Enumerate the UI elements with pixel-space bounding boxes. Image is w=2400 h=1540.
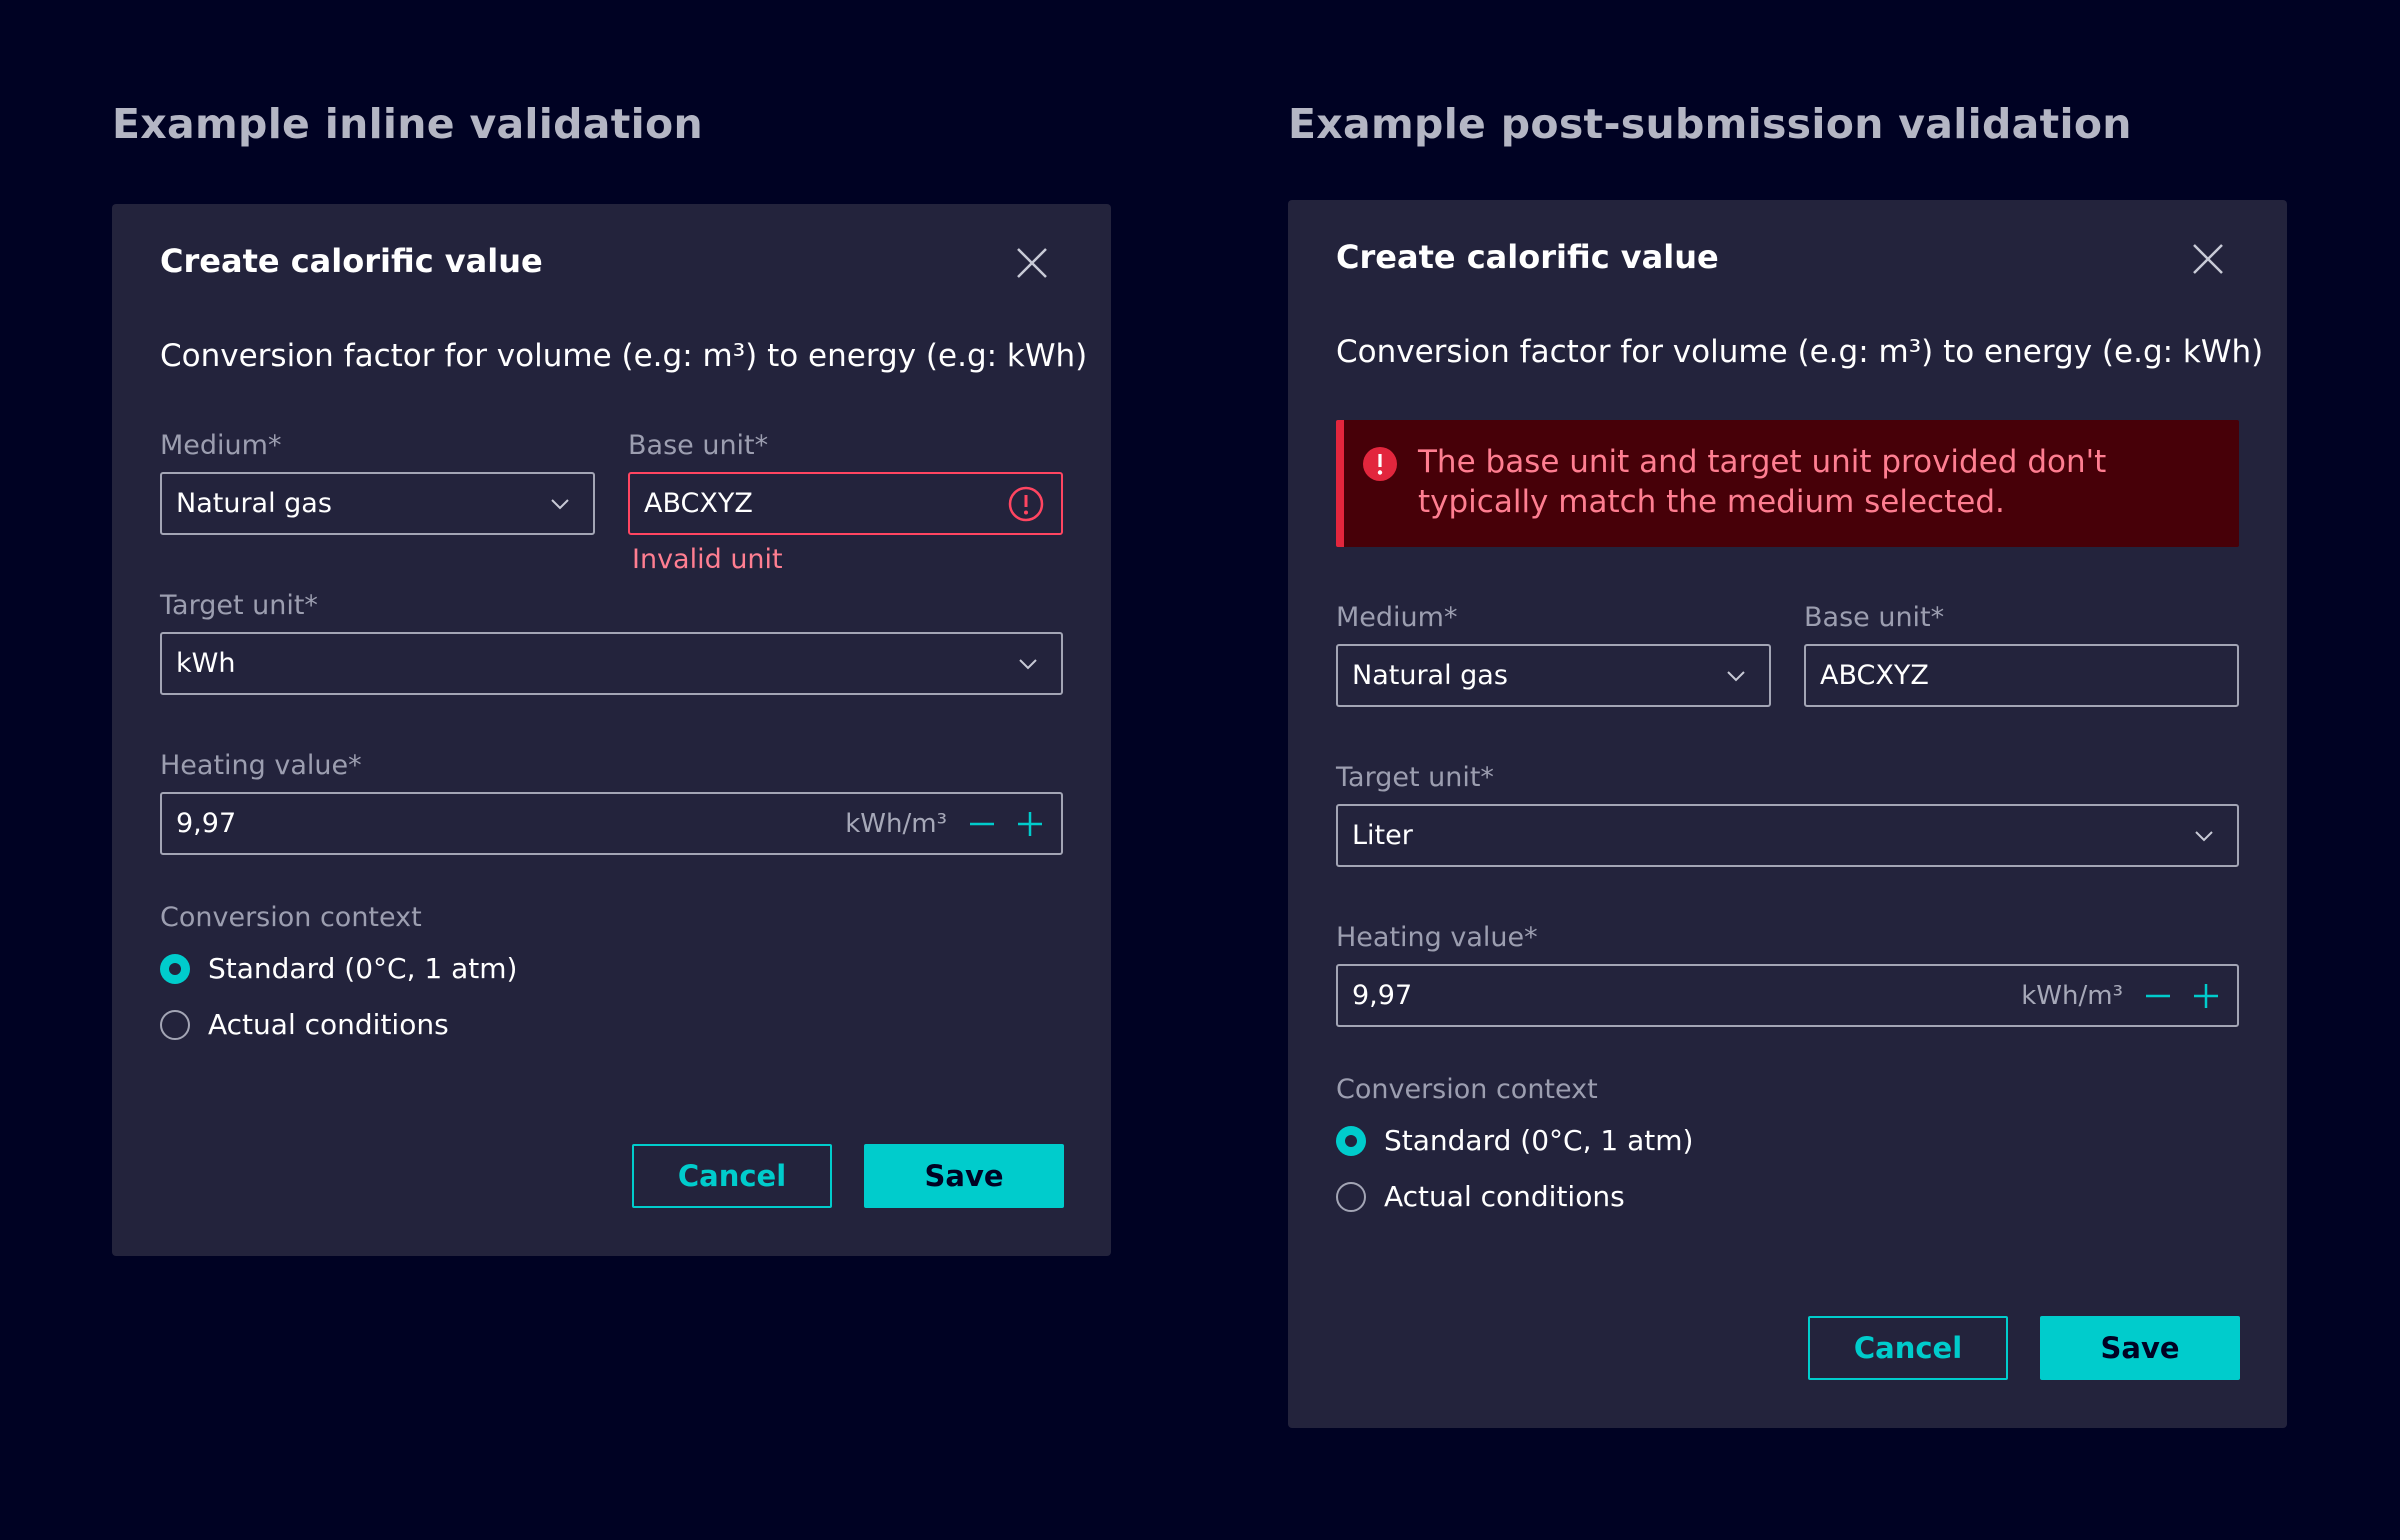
medium-label: Medium* [1336,602,1458,633]
error-circle-icon [1008,486,1044,521]
chevron-down-icon [1727,670,1745,681]
plus-icon [1018,811,1042,836]
radio-standard-label: Standard (0°C, 1 atm) [1384,1124,1694,1157]
medium-value: Natural gas [176,488,332,519]
heating-value-label: Heating value* [160,750,362,781]
radio-standard[interactable]: Standard (0°C, 1 atm) [1336,1124,1693,1157]
close-button[interactable] [1008,239,1056,287]
chevron-down-icon [551,498,569,509]
increment-button[interactable] [2189,979,2223,1013]
target-unit-label: Target unit* [1336,762,1494,793]
target-unit-value: Liter [1352,820,1413,851]
base-unit-input[interactable]: ABCXYZ [628,472,1063,535]
radio-actual[interactable]: Actual conditions [160,1008,449,1041]
decrement-button[interactable] [2141,979,2175,1013]
minus-icon [2146,994,2170,997]
close-icon [1017,248,1047,278]
radio-indicator [1336,1125,1366,1156]
close-button[interactable] [2184,235,2232,283]
heating-value-value: 9,97 [1352,980,1413,1011]
save-button[interactable]: Save [2040,1316,2240,1380]
save-button[interactable]: Save [864,1144,1064,1208]
heating-value-input[interactable]: 9,97 kWh/m³ [1336,964,2239,1027]
dialog-title: Create calorific value [160,242,543,280]
radio-actual[interactable]: Actual conditions [1336,1180,1625,1213]
target-unit-label: Target unit* [160,590,318,621]
base-unit-value: ABCXYZ [644,488,753,519]
minus-icon [970,822,994,825]
medium-value: Natural gas [1352,660,1508,691]
conversion-context-label: Conversion context [1336,1074,1598,1105]
radio-indicator [160,953,190,984]
section-title-post-submission: Example post-submission validation [1288,100,2132,148]
plus-icon [2194,983,2218,1008]
cancel-button[interactable]: Cancel [1808,1316,2008,1380]
chevron-down-icon [1019,658,1037,669]
error-circle-icon [1363,447,1397,481]
heating-value-value: 9,97 [176,808,237,839]
target-unit-select[interactable]: Liter [1336,804,2239,867]
close-icon [2193,244,2223,274]
radio-standard[interactable]: Standard (0°C, 1 atm) [160,952,517,985]
heating-value-unit: kWh/m³ [845,808,947,839]
radio-indicator [1336,1181,1366,1212]
target-unit-select[interactable]: kWh [160,632,1063,695]
chevron-down-icon [2195,830,2213,841]
medium-select[interactable]: Natural gas [1336,644,1771,707]
dialog-inline-validation: Create calorific value Conversion factor… [112,204,1111,1256]
conversion-context-label: Conversion context [160,902,422,933]
section-title-inline: Example inline validation [112,100,703,148]
error-banner-text: The base unit and target unit provided d… [1418,444,2107,520]
dialog-subtitle: Conversion factor for volume (e.g: m³) t… [1336,334,2264,370]
target-unit-value: kWh [176,648,236,679]
radio-indicator [160,1009,190,1040]
base-unit-input[interactable]: ABCXYZ [1804,644,2239,707]
error-banner: The base unit and target unit provided d… [1336,420,2239,547]
dialog-subtitle: Conversion factor for volume (e.g: m³) t… [160,338,1088,374]
base-unit-label: Base unit* [628,430,769,461]
base-unit-label: Base unit* [1804,602,1945,633]
decrement-button[interactable] [965,807,999,841]
dialog-title: Create calorific value [1336,238,1719,276]
base-unit-value: ABCXYZ [1820,660,1929,691]
radio-standard-label: Standard (0°C, 1 atm) [208,952,518,985]
radio-actual-label: Actual conditions [1384,1180,1625,1213]
dialog-post-submission-validation: Create calorific value Conversion factor… [1288,200,2287,1428]
radio-actual-label: Actual conditions [208,1008,449,1041]
base-unit-error: Invalid unit [632,544,783,575]
increment-button[interactable] [1013,807,1047,841]
heating-value-unit: kWh/m³ [2021,980,2123,1011]
medium-label: Medium* [160,430,282,461]
medium-select[interactable]: Natural gas [160,472,595,535]
heating-value-input[interactable]: 9,97 kWh/m³ [160,792,1063,855]
cancel-button[interactable]: Cancel [632,1144,832,1208]
heating-value-label: Heating value* [1336,922,1538,953]
